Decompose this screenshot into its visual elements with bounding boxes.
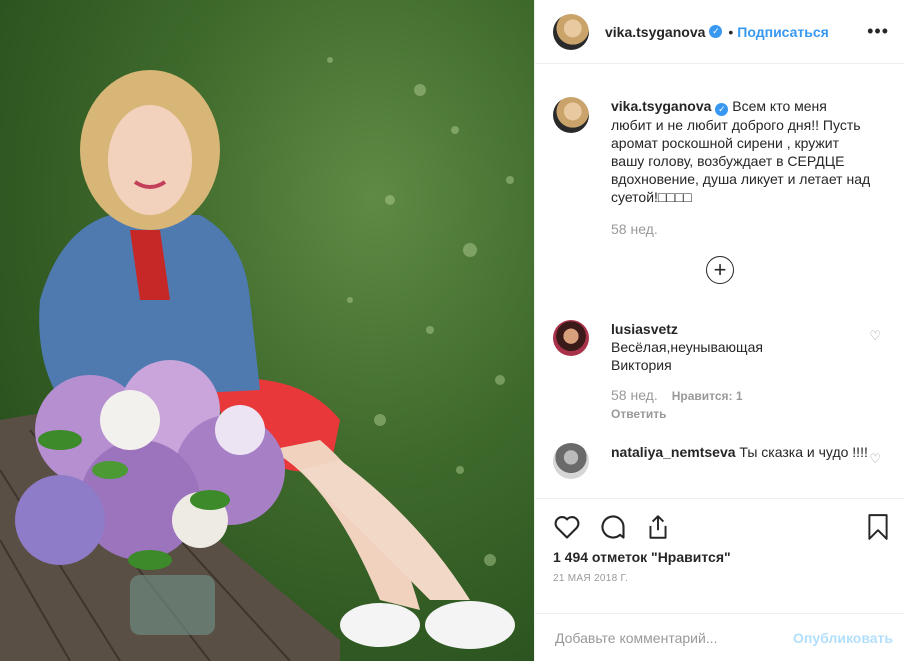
likes-count[interactable]: 1 494 отметок "Нравится" — [535, 543, 904, 565]
comment-username[interactable]: nataliya_nemtseva — [611, 444, 736, 460]
comment-likes[interactable]: Нравится: 1 — [672, 387, 743, 405]
publish-button[interactable]: Опубликовать — [793, 630, 893, 646]
comment-text: Весёлая,неунывающая Виктория — [611, 339, 763, 373]
commenter-avatar[interactable] — [553, 320, 589, 356]
commenter-avatar[interactable] — [553, 443, 589, 479]
comment-time[interactable]: 58 нед. — [611, 386, 658, 404]
author-avatar[interactable] — [553, 13, 589, 50]
post-side-panel: vika.tsyganova ✓ • Подписаться ••• vika.… — [534, 0, 904, 661]
comment-item: lusiasvetz Весёлая,неунывающая Виктория … — [535, 320, 904, 423]
comment-username[interactable]: lusiasvetz — [611, 320, 871, 338]
load-more-comments-plus-circle-icon[interactable]: + — [706, 256, 734, 284]
verified-badge-icon: ✓ — [709, 25, 723, 38]
comment-icon[interactable] — [599, 513, 627, 541]
caption: vika.tsyganova ✓ Всем кто меня любит и не… — [535, 65, 904, 238]
heart-icon[interactable] — [553, 514, 581, 540]
more-options-icon[interactable]: ••• — [867, 21, 889, 42]
photo-illustration — [0, 57, 515, 661]
separator-dot: • — [728, 23, 734, 40]
post-header: vika.tsyganova ✓ • Подписаться ••• — [535, 0, 904, 64]
comment-text: Ты сказка и чудо !!!! — [739, 444, 868, 460]
caption-text: Всем кто меня любит и не любит доброго д… — [611, 98, 871, 205]
caption-emoji: □□□□ — [657, 189, 692, 205]
comment-like-heart-icon[interactable]: ♡ — [869, 328, 881, 344]
comment-item: nataliya_nemtseva Ты сказка и чудо !!!! … — [535, 443, 904, 479]
post-photo[interactable] — [0, 0, 534, 661]
caption-username[interactable]: vika.tsyganova — [611, 98, 711, 114]
comments-list[interactable]: vika.tsyganova ✓ Всем кто меня любит и не… — [535, 65, 904, 497]
add-comment-bar: Опубликовать — [535, 613, 904, 661]
verified-badge-icon: ✓ — [715, 103, 729, 116]
post-actions: 1 494 отметок "Нравится" 21 МАЯ 2018 Г. — [535, 498, 904, 584]
author-username[interactable]: vika.tsyganova — [605, 24, 705, 40]
comment-like-heart-icon[interactable]: ♡ — [869, 451, 881, 467]
reply-button[interactable]: Ответить — [611, 405, 871, 423]
follow-button[interactable]: Подписаться — [737, 24, 829, 40]
post-date[interactable]: 21 МАЯ 2018 Г. — [535, 565, 904, 584]
caption-avatar[interactable] — [553, 97, 589, 133]
comment-input[interactable] — [553, 628, 794, 647]
share-icon[interactable] — [645, 513, 671, 541]
bookmark-icon[interactable] — [867, 513, 889, 541]
caption-time[interactable]: 58 нед. — [611, 220, 871, 238]
